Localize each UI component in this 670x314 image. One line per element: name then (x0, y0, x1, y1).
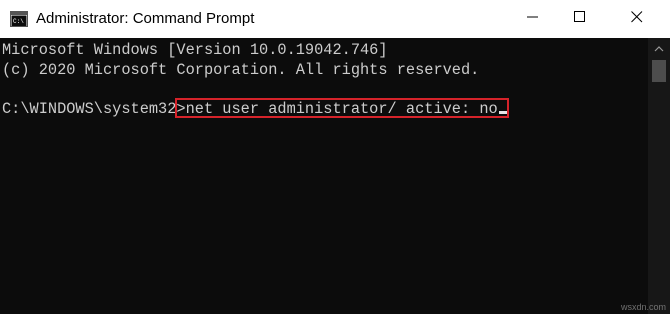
window-title: Administrator: Command Prompt (36, 10, 255, 27)
scroll-thumb[interactable] (652, 60, 666, 82)
command-prompt-window: C:\ Administrator: Command Prompt Micros… (0, 0, 670, 314)
text-cursor (498, 111, 508, 114)
scroll-up-arrow-icon[interactable] (648, 42, 670, 56)
maximize-icon (574, 10, 586, 28)
version-line: Microsoft Windows [Version 10.0.19042.74… (2, 41, 388, 59)
minimize-button[interactable] (510, 0, 556, 38)
command-line[interactable]: C:\WINDOWS\system32>net user administrat… (2, 100, 508, 118)
close-icon (631, 10, 643, 28)
watermark: wsxdn.com (620, 302, 666, 312)
prompt-path: C:\WINDOWS\system32> (2, 100, 186, 118)
cmd-icon: C:\ (10, 11, 28, 27)
command-input[interactable]: net user administrator/ active: no (186, 100, 498, 118)
svg-text:C:\: C:\ (13, 18, 24, 25)
maximize-button[interactable] (557, 0, 603, 38)
copyright-line: (c) 2020 Microsoft Corporation. All righ… (2, 61, 480, 79)
console-output[interactable]: Microsoft Windows [Version 10.0.19042.74… (0, 38, 648, 314)
vertical-scrollbar[interactable] (648, 38, 670, 314)
minimize-icon (527, 10, 539, 28)
close-button[interactable] (614, 0, 660, 38)
title-bar[interactable]: C:\ Administrator: Command Prompt (0, 0, 670, 38)
